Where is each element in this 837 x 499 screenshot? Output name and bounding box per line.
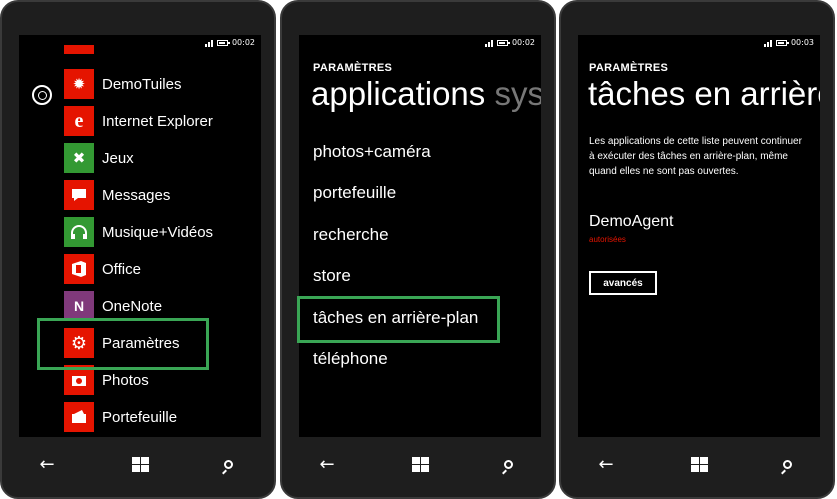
search-icon [782, 459, 792, 469]
description-text: Les applications de cette liste peuvent … [589, 136, 802, 177]
app-label: DemoTuiles [102, 75, 182, 93]
app-item-messages[interactable]: Messages [64, 180, 170, 210]
back-button[interactable]: ← [32, 449, 62, 479]
battery-icon [496, 39, 510, 46]
start-button[interactable] [125, 449, 155, 479]
app-item-internet-explorer[interactable]: e Internet Explorer [64, 106, 213, 136]
back-button[interactable]: ← [312, 449, 342, 479]
status-bar: 00:03 [763, 38, 814, 47]
menu-item-telephone[interactable]: téléphone [313, 349, 388, 369]
app-label: Photos [102, 371, 149, 389]
pivot-current[interactable]: applications [311, 75, 485, 112]
app-item-portefeuille[interactable]: Portefeuille [64, 402, 177, 432]
windows-icon [131, 456, 149, 472]
signal-icon [204, 39, 213, 47]
status-bar: 00:02 [204, 38, 255, 47]
background-tasks-screen: 00:03 PARAMÈTRES tâches en arrière-plan … [578, 35, 820, 437]
menu-item-photos-camera[interactable]: photos+caméra [313, 142, 431, 162]
app-item-jeux[interactable]: ✖ Jeux [64, 143, 134, 173]
nav-bar: ← [561, 435, 833, 497]
page-title: tâches en arrière-plan [588, 75, 820, 112]
search-nav-button[interactable] [493, 449, 523, 479]
signal-icon [484, 39, 493, 47]
windows-icon [411, 456, 429, 472]
nav-bar: ← [2, 435, 274, 497]
clock: 00:02 [231, 38, 255, 47]
battery-icon [216, 39, 230, 46]
onenote-icon: N [64, 291, 94, 321]
pivot-next[interactable]: sys [494, 75, 541, 112]
highlight-box [297, 296, 500, 343]
app-item-musique-videos[interactable]: Musique+Vidéos [64, 217, 213, 247]
headphones-icon [64, 217, 94, 247]
search-nav-button[interactable] [772, 449, 802, 479]
search-button[interactable] [32, 85, 52, 105]
back-button[interactable]: ← [591, 449, 621, 479]
agent-status: autorisées [589, 235, 626, 244]
search-icon [223, 459, 233, 469]
clock: 00:02 [511, 38, 535, 47]
back-arrow-icon: ← [598, 453, 614, 475]
search-icon [37, 90, 47, 100]
settings-header: PARAMÈTRES [313, 62, 393, 74]
signal-icon [763, 39, 772, 47]
search-icon [503, 459, 513, 469]
start-button[interactable] [405, 449, 435, 479]
app-label: OneNote [102, 297, 163, 315]
app-list-screen: 00:02 ✹ DemoTuiles e Internet Explorer ✖… [19, 35, 261, 437]
menu-item-store[interactable]: store [313, 266, 351, 286]
app-label: Portefeuille [102, 408, 178, 426]
message-icon [64, 180, 94, 210]
phone-2: 00:02 PARAMÈTRES applications sys photos… [280, 0, 556, 499]
menu-item-portefeuille[interactable]: portefeuille [313, 183, 396, 203]
wallet-icon [64, 402, 94, 432]
start-button[interactable] [684, 449, 714, 479]
partial-tile [64, 45, 94, 54]
battery-icon [775, 39, 789, 46]
app-label: Messages [102, 186, 171, 204]
windows-icon [690, 456, 708, 472]
menu-item-recherche[interactable]: recherche [313, 225, 389, 245]
status-bar: 00:02 [484, 38, 535, 47]
back-arrow-icon: ← [39, 453, 55, 475]
phone-1: 00:02 ✹ DemoTuiles e Internet Explorer ✖… [0, 0, 276, 499]
app-label: Office [102, 260, 141, 278]
search-nav-button[interactable] [213, 449, 243, 479]
highlight-box [37, 318, 209, 370]
ie-icon: e [64, 106, 94, 136]
app-item-office[interactable]: Office [64, 254, 141, 284]
settings-applications-screen: 00:02 PARAMÈTRES applications sys photos… [299, 35, 541, 437]
app-label: Musique+Vidéos [102, 223, 214, 241]
app-item-demotuiles[interactable]: ✹ DemoTuiles [64, 69, 181, 99]
clock: 00:03 [790, 38, 814, 47]
app-label: Internet Explorer [102, 112, 213, 130]
advanced-button[interactable]: avancés [589, 271, 657, 295]
app-label: Jeux [102, 149, 134, 167]
agent-name[interactable]: DemoAgent [589, 213, 674, 231]
gamepad-icon: ✖ [64, 143, 94, 173]
office-icon [64, 254, 94, 284]
pivot-title: applications sys [311, 75, 541, 113]
back-arrow-icon: ← [319, 453, 335, 475]
phone-3: 00:03 PARAMÈTRES tâches en arrière-plan … [559, 0, 835, 499]
sun-icon: ✹ [64, 69, 94, 99]
settings-header: PARAMÈTRES [589, 62, 669, 74]
app-item-onenote[interactable]: N OneNote [64, 291, 162, 321]
nav-bar: ← [282, 435, 554, 497]
